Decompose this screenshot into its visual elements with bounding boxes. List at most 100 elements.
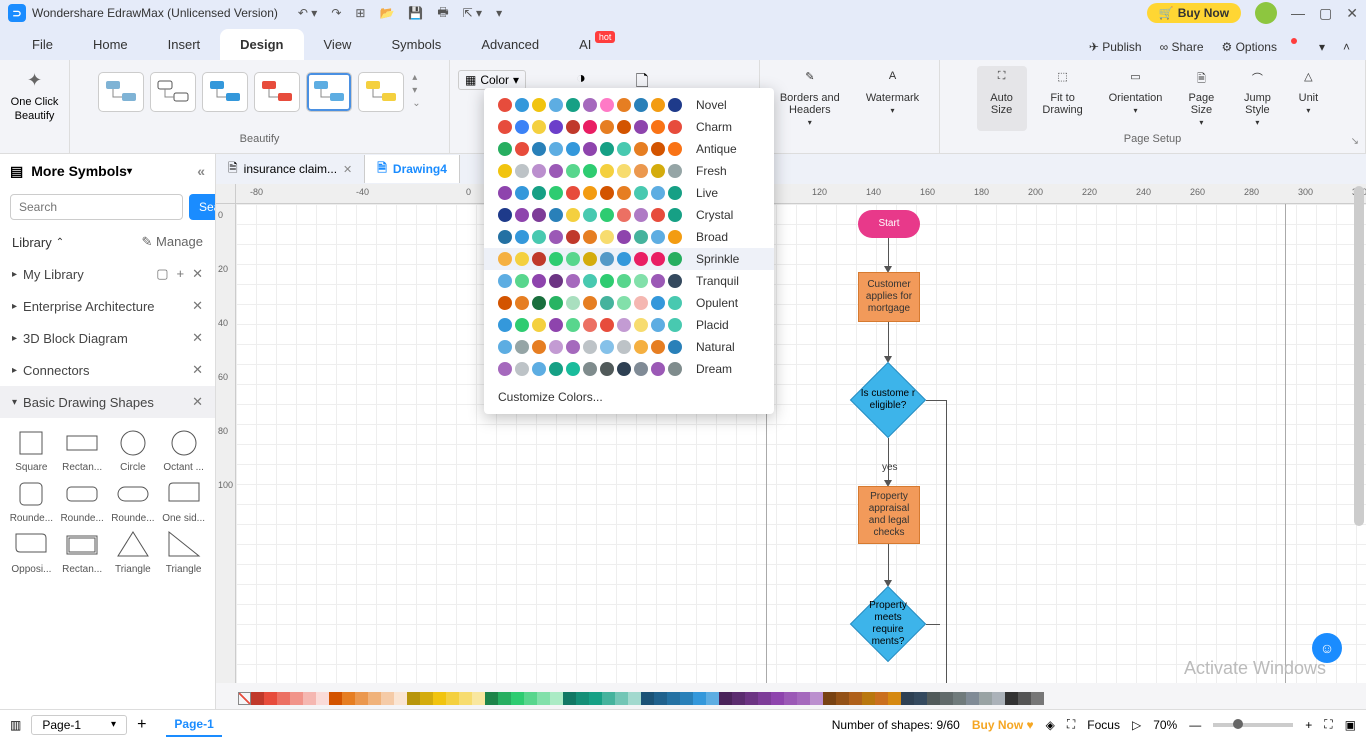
minimize-button[interactable]: —	[1291, 5, 1305, 21]
lib-basic-shapes[interactable]: ▾Basic Drawing Shapes✕	[0, 386, 215, 418]
color-swatch[interactable]	[524, 692, 537, 705]
bg-fill-icon[interactable]: ◑	[576, 70, 586, 88]
fc-eligible-decision[interactable]: Is custome r eligible?	[850, 362, 926, 438]
color-scheme-tranquil[interactable]: Tranquil	[484, 270, 774, 292]
color-strip[interactable]	[226, 687, 1354, 709]
fc-start[interactable]: Start	[858, 210, 920, 238]
color-swatch[interactable]	[394, 692, 407, 705]
lib-close-icon[interactable]: ✕	[192, 298, 203, 314]
shape-onesid[interactable]: One sid...	[160, 477, 207, 524]
color-swatch[interactable]	[953, 692, 966, 705]
fc-requirements-decision[interactable]: Property meets require ments?	[850, 586, 926, 662]
color-swatch[interactable]	[641, 692, 654, 705]
open-icon[interactable]: 📂	[379, 6, 394, 20]
search-input[interactable]	[10, 194, 183, 220]
shape-opposi[interactable]: Opposi...	[8, 528, 55, 575]
options-button[interactable]: ⚙ Options	[1222, 40, 1277, 54]
color-swatch[interactable]	[693, 692, 706, 705]
doc-tab-insurance[interactable]: 🗎insurance claim...✕	[216, 155, 365, 183]
export-icon[interactable]: ⇱ ▾	[463, 6, 482, 20]
new-icon[interactable]: ⊞	[355, 6, 365, 20]
color-swatch[interactable]	[875, 692, 888, 705]
manage-button[interactable]: ✎ Manage	[142, 234, 204, 250]
style-tile-6[interactable]	[358, 72, 404, 112]
focus-button[interactable]: Focus	[1087, 718, 1120, 732]
color-swatch[interactable]	[797, 692, 810, 705]
color-dropdown-button[interactable]: ▦ Color ▾	[458, 70, 526, 90]
color-swatch[interactable]	[498, 692, 511, 705]
style-tile-1[interactable]	[98, 72, 144, 112]
unit-button[interactable]: △Unit▾	[1288, 66, 1328, 131]
color-swatch[interactable]	[303, 692, 316, 705]
fit-to-drawing-button[interactable]: ⬚Fit to Drawing	[1031, 66, 1095, 131]
color-swatch[interactable]	[1031, 692, 1044, 705]
color-swatch[interactable]	[576, 692, 589, 705]
color-swatch[interactable]	[433, 692, 446, 705]
lib-close-icon[interactable]: ✕	[192, 330, 203, 346]
watermark-button[interactable]: AWatermark▾	[856, 66, 929, 131]
lib-add-icon[interactable]: +	[177, 266, 185, 282]
shape-rounde[interactable]: Rounde...	[59, 477, 106, 524]
color-swatch[interactable]	[1018, 692, 1031, 705]
color-swatch[interactable]	[368, 692, 381, 705]
color-swatch[interactable]	[771, 692, 784, 705]
menu-symbols[interactable]: Symbols	[371, 29, 461, 60]
color-swatch[interactable]	[810, 692, 823, 705]
color-swatch[interactable]	[290, 692, 303, 705]
color-swatch[interactable]	[563, 692, 576, 705]
color-swatch[interactable]	[836, 692, 849, 705]
color-scheme-live[interactable]: Live	[484, 182, 774, 204]
style-tile-4[interactable]	[254, 72, 300, 112]
save-icon[interactable]: 💾	[408, 6, 423, 20]
one-click-beautify-button[interactable]: One Click Beautify	[11, 95, 59, 123]
lib-close-icon[interactable]: ✕	[192, 362, 203, 378]
color-swatch[interactable]	[940, 692, 953, 705]
menu-insert[interactable]: Insert	[148, 29, 221, 60]
fc-property-appraisal[interactable]: Property appraisal and legal checks	[858, 486, 920, 544]
zoom-out-button[interactable]: —	[1189, 718, 1201, 732]
color-swatch[interactable]	[784, 692, 797, 705]
color-swatch[interactable]	[732, 692, 745, 705]
style-tile-3[interactable]	[202, 72, 248, 112]
color-swatch[interactable]	[537, 692, 550, 705]
color-swatch[interactable]	[927, 692, 940, 705]
color-swatch[interactable]	[706, 692, 719, 705]
color-swatch[interactable]	[992, 692, 1005, 705]
help-icon[interactable]: ▾	[1319, 40, 1325, 54]
color-scheme-dream[interactable]: Dream	[484, 358, 774, 380]
lib-connectors[interactable]: ▸Connectors✕	[0, 354, 215, 386]
color-swatch[interactable]	[667, 692, 680, 705]
collapse-ribbon-icon[interactable]: ˄	[1343, 40, 1350, 54]
search-button[interactable]: Search	[189, 194, 216, 220]
collapse-panel-icon[interactable]: «	[197, 163, 205, 179]
fullscreen-icon[interactable]: ⛶	[1067, 717, 1075, 732]
publish-button[interactable]: ✈ Publish	[1089, 40, 1142, 54]
style-tile-2[interactable]	[150, 72, 196, 112]
page-size-button[interactable]: 🗎Page Size▾	[1176, 66, 1226, 131]
color-swatch[interactable]	[628, 692, 641, 705]
color-scheme-antique[interactable]: Antique	[484, 138, 774, 160]
color-swatch[interactable]	[420, 692, 433, 705]
lib-edit-icon[interactable]: ▢	[156, 266, 168, 282]
play-icon[interactable]: ▷	[1132, 718, 1141, 732]
shape-rounde[interactable]: Rounde...	[110, 477, 157, 524]
shape-octant[interactable]: Octant ...	[160, 426, 207, 473]
menu-view[interactable]: View	[304, 29, 372, 60]
color-swatch[interactable]	[745, 692, 758, 705]
color-scheme-opulent[interactable]: Opulent	[484, 292, 774, 314]
color-swatch[interactable]	[550, 692, 563, 705]
close-button[interactable]: ✕	[1346, 5, 1358, 22]
color-scheme-crystal[interactable]: Crystal	[484, 204, 774, 226]
shape-triangle[interactable]: Triangle	[160, 528, 207, 575]
share-button[interactable]: ∞ Share	[1160, 40, 1204, 54]
menu-design[interactable]: Design	[220, 29, 303, 60]
color-swatch[interactable]	[251, 692, 264, 705]
shape-rectan[interactable]: Rectan...	[59, 426, 106, 473]
shape-rectan[interactable]: Rectan...	[59, 528, 106, 575]
color-swatch[interactable]	[589, 692, 602, 705]
lib-close-icon[interactable]: ✕	[192, 394, 203, 410]
color-swatch[interactable]	[407, 692, 420, 705]
color-swatch[interactable]	[446, 692, 459, 705]
color-swatch[interactable]	[719, 692, 732, 705]
no-fill-swatch[interactable]	[238, 692, 251, 705]
